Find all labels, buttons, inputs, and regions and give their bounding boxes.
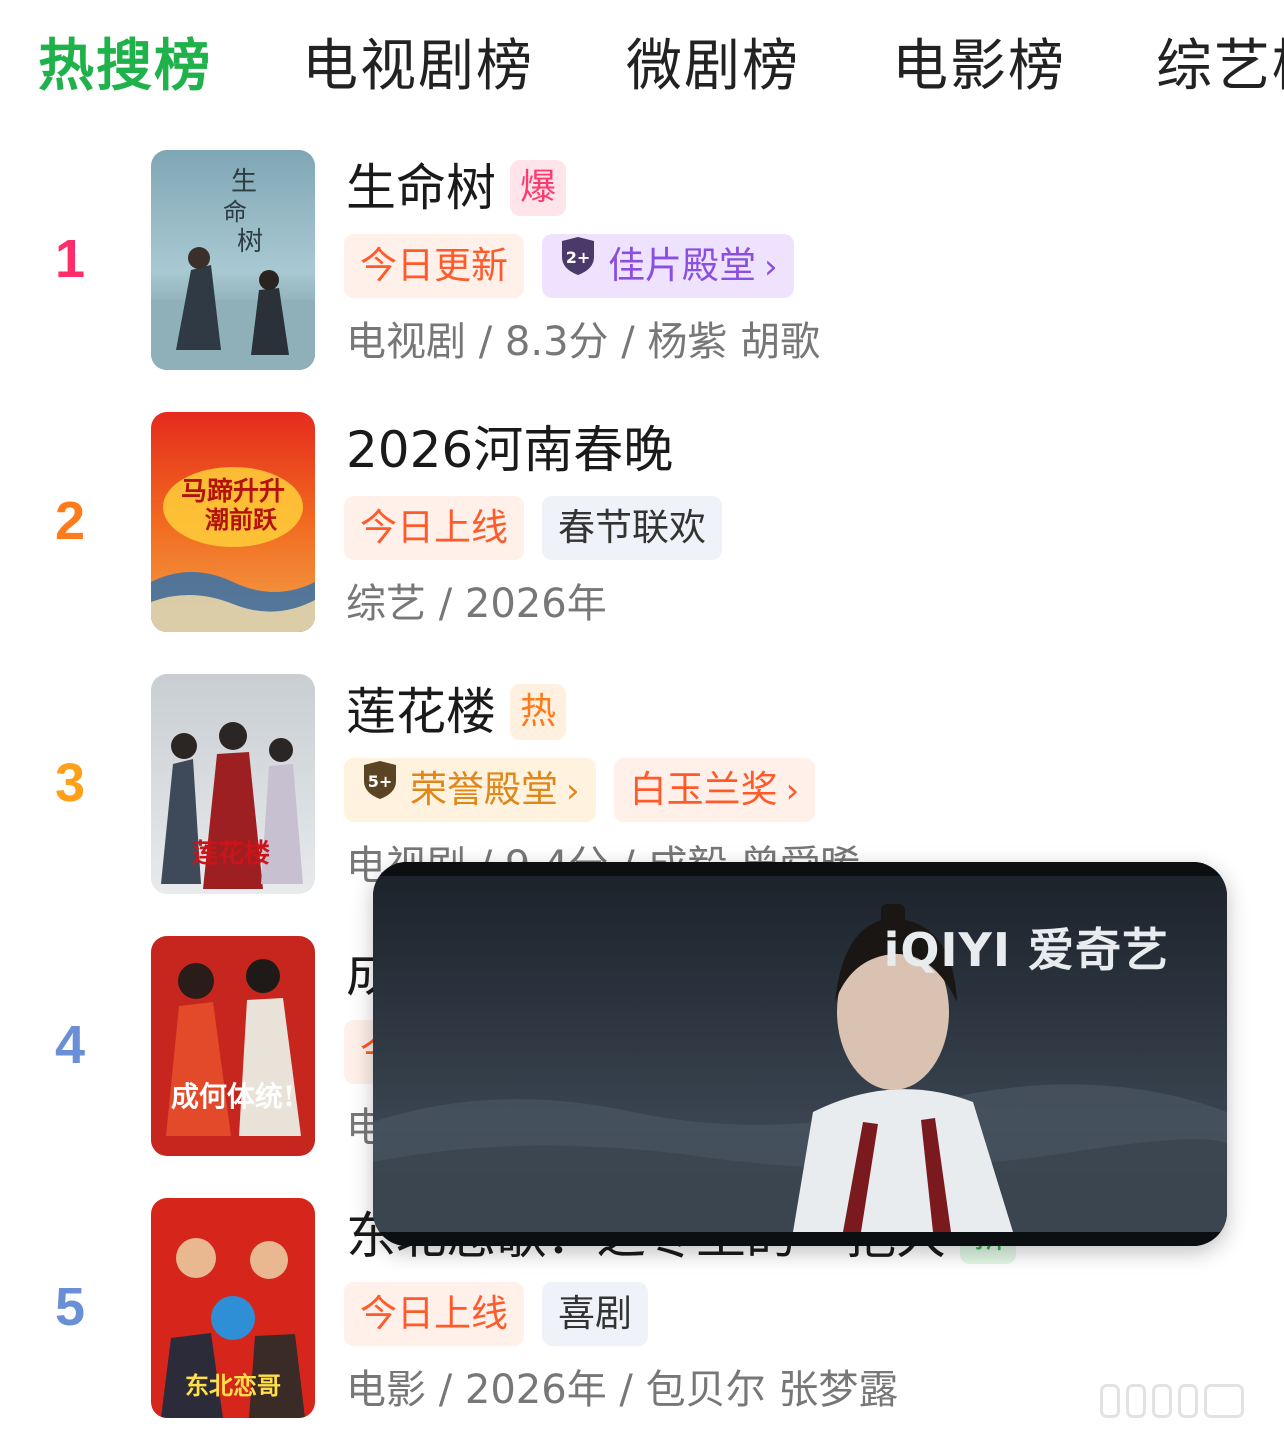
rank-number: 2 [54, 491, 86, 551]
hot-badge: 爆 [510, 159, 566, 216]
svg-text:树: 树 [237, 227, 263, 257]
rank-number: 4 [54, 1015, 86, 1075]
svg-text:东北恋哥: 东北恋哥 [185, 1371, 281, 1400]
poster-image[interactable]: 成何体统! [151, 936, 315, 1156]
svg-text:成何体统!: 成何体统! [171, 1080, 295, 1113]
chevron-right-icon: › [785, 771, 800, 811]
svg-text:潮前跃: 潮前跃 [205, 505, 278, 534]
list-item[interactable]: 1 生 命 树 生命树爆 今日更新 2+ 佳片殿堂 › 电视剧 / 8.3分 / 杨紫… [0, 150, 1284, 380]
iqiyi-logo: iQIYI 爱奇艺 [883, 923, 1169, 977]
svg-text:2+: 2+ [566, 248, 591, 267]
item-meta: 综艺 / 2026年 [346, 581, 607, 627]
rank-number: 1 [54, 229, 86, 289]
tab-variety[interactable]: 综艺榜 [1156, 34, 1284, 100]
svg-text:5+: 5+ [368, 772, 393, 791]
genre-tag: 春节联欢 [542, 496, 722, 560]
award-tag[interactable]: 白玉兰奖 › [613, 758, 816, 822]
item-title[interactable]: 2026河南春晚 [346, 418, 673, 482]
item-title[interactable]: 莲花楼热 [346, 680, 566, 744]
tag-list: 今日上线 春节联欢 [344, 496, 740, 560]
tab-movie[interactable]: 电影榜 [892, 34, 1066, 100]
genre-tag: 喜剧 [542, 1282, 648, 1346]
shield-icon: 2+ [558, 233, 598, 297]
tab-tv-drama[interactable]: 电视剧榜 [302, 34, 534, 100]
svg-text:马蹄升升: 马蹄升升 [181, 476, 285, 507]
tag-list: 今日更新 2+ 佳片殿堂 › [344, 234, 812, 298]
svg-text:命: 命 [223, 198, 247, 226]
honor-hall-tag[interactable]: 5+ 荣誉殿堂 › [344, 758, 596, 822]
poster-image[interactable]: 马蹄升升 潮前跃 [151, 412, 315, 632]
svg-text:莲花楼: 莲花楼 [192, 839, 270, 869]
chevron-right-icon: › [764, 247, 778, 287]
update-tag: 今日更新 [344, 234, 524, 298]
online-tag: 今日上线 [344, 1282, 524, 1346]
tab-hot-search[interactable]: 热搜榜 [38, 34, 212, 100]
item-title[interactable]: 生命树爆 [346, 156, 566, 220]
chevron-right-icon: › [566, 771, 580, 811]
floating-video-player[interactable]: iQIYI 爱奇艺 [373, 862, 1227, 1246]
award-hall-tag[interactable]: 2+ 佳片殿堂 › [542, 234, 794, 298]
poster-image[interactable]: 东北恋哥 [151, 1198, 315, 1418]
item-meta: 电视剧 / 8.3分 / 杨紫 胡歌 [346, 319, 821, 365]
rank-number: 3 [54, 753, 86, 813]
poster-image[interactable]: 莲花楼 [151, 674, 315, 894]
item-meta: 电影 / 2026年 / 包贝尔 张梦露 [346, 1367, 899, 1413]
online-tag: 今日上线 [344, 496, 524, 560]
tag-list: 5+ 荣誉殿堂 › 白玉兰奖 › [344, 758, 833, 822]
tag-list: 今日上线 喜剧 [344, 1282, 666, 1346]
shield-icon: 5+ [360, 757, 400, 821]
poster-image[interactable]: 生 命 树 [151, 150, 315, 370]
gesture-handle-icon [1100, 1384, 1244, 1418]
svg-text:生: 生 [231, 167, 257, 197]
hot-badge: 热 [510, 683, 566, 740]
list-item[interactable]: 2 马蹄升升 潮前跃 2026河南春晚 今日上线 春节联欢 综艺 / 2026年 [0, 412, 1284, 642]
category-tabs: 热搜榜 电视剧榜 微剧榜 电影榜 综艺榜 [0, 0, 1284, 130]
rank-number: 5 [54, 1277, 86, 1337]
tab-micro-drama[interactable]: 微剧榜 [626, 34, 800, 100]
